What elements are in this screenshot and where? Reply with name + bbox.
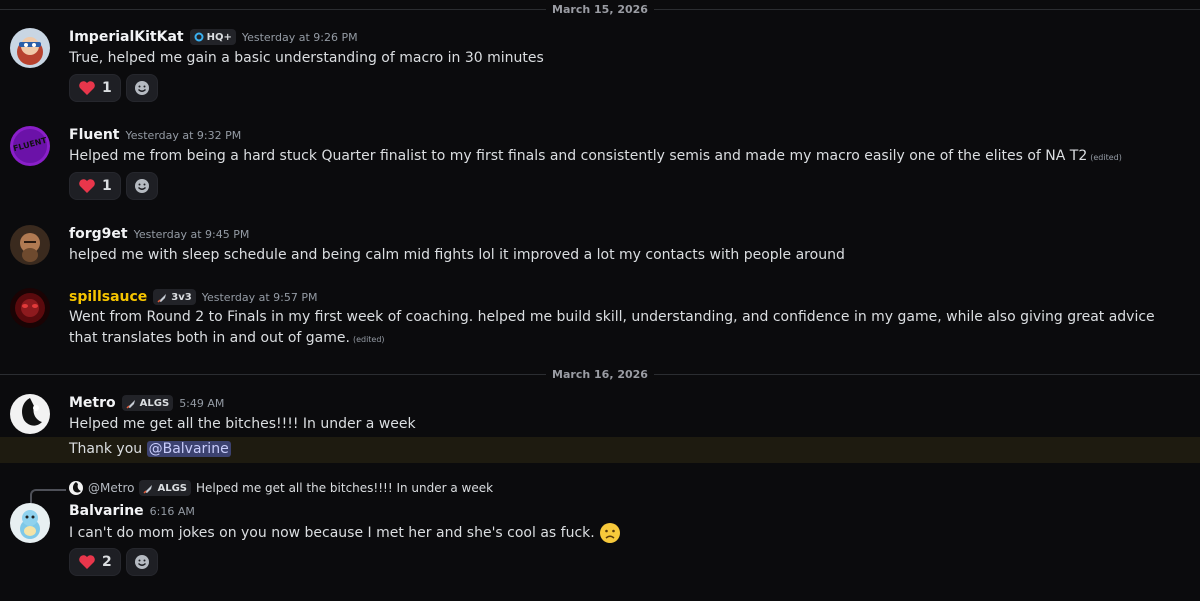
author-name[interactable]: forg9et: [69, 226, 128, 242]
followup-text: Thank you: [69, 441, 147, 457]
date-divider-2: March 16, 2026: [0, 365, 1200, 383]
slightly-frowning-face-icon: [599, 523, 620, 543]
heart-icon: [79, 555, 95, 569]
reply-author[interactable]: @Metro: [88, 481, 134, 495]
rocket-icon: [143, 484, 153, 494]
timestamp[interactable]: Yesterday at 9:26 PM: [242, 31, 358, 44]
author-name[interactable]: Metro: [69, 395, 116, 411]
add-reaction-icon: [134, 179, 149, 193]
message-text: Helped me from being a hard stuck Quarte…: [69, 146, 1180, 168]
message-text-body: Helped me from being a hard stuck Quarte…: [69, 148, 1088, 164]
message-text: Helped me get all the bitches!!!! In und…: [69, 416, 416, 432]
add-reaction-button[interactable]: [125, 172, 158, 200]
reaction-count: 1: [102, 178, 112, 194]
reply-preview[interactable]: @Metro ALGS Helped me get all the bitche…: [69, 480, 493, 496]
role-tag[interactable]: ALGS: [121, 395, 174, 411]
date-divider-label: March 16, 2026: [546, 367, 654, 381]
message-text: helped me with sleep schedule and being …: [69, 247, 845, 263]
role-tag[interactable]: HQ+: [189, 29, 236, 45]
role-tag-label: 3v3: [171, 291, 192, 303]
heart-icon: [79, 179, 95, 193]
reply-role-tag: ALGS: [139, 480, 191, 496]
hq-badge-icon: [194, 32, 204, 42]
edited-label: (edited): [352, 335, 385, 344]
add-reaction-button[interactable]: [125, 74, 158, 102]
author-name[interactable]: spillsauce: [69, 289, 147, 305]
rocket-icon: [126, 399, 135, 409]
reaction-heart[interactable]: 1: [69, 74, 121, 102]
edited-label: (edited): [1090, 153, 1122, 162]
avatar[interactable]: FLUENT: [10, 126, 50, 166]
reaction-count: 2: [102, 554, 112, 570]
avatar[interactable]: [10, 225, 50, 265]
reaction-count: 1: [102, 80, 112, 96]
message-text-body: Went from Round 2 to Finals in my first …: [69, 309, 1155, 346]
role-tag-label: ALGS: [139, 397, 170, 409]
role-tag-label: HQ+: [206, 31, 232, 43]
author-name[interactable]: Balvarine: [69, 503, 144, 519]
message-text: True, helped me gain a basic understandi…: [69, 50, 544, 66]
reaction-heart[interactable]: 1: [69, 172, 121, 200]
message-text: I can't do mom jokes on you now because …: [69, 522, 1180, 544]
role-tag-label: ALGS: [157, 482, 187, 494]
reaction-heart[interactable]: 2: [69, 548, 121, 576]
timestamp[interactable]: 5:49 AM: [179, 397, 224, 410]
message-text-body: I can't do mom jokes on you now because …: [69, 524, 595, 541]
author-name[interactable]: ImperialKitKat: [69, 29, 184, 45]
avatar[interactable]: [10, 28, 50, 68]
timestamp[interactable]: Yesterday at 9:32 PM: [125, 129, 241, 142]
add-reaction-icon: [134, 81, 149, 95]
avatar[interactable]: [10, 288, 50, 328]
timestamp[interactable]: 6:16 AM: [150, 505, 195, 518]
heart-icon: [79, 81, 95, 95]
timestamp[interactable]: Yesterday at 9:57 PM: [202, 291, 318, 304]
reply-text: Helped me get all the bitches!!!! In und…: [195, 481, 494, 495]
avatar[interactable]: [10, 394, 50, 434]
avatar[interactable]: [10, 503, 50, 543]
add-reaction-button[interactable]: [125, 548, 158, 576]
add-reaction-icon: [134, 555, 149, 569]
date-divider-label: March 15, 2026: [546, 2, 654, 16]
date-divider-1: March 15, 2026: [0, 0, 1200, 18]
author-name[interactable]: Fluent: [69, 127, 119, 143]
message-text-followup: Thank you @Balvarine: [69, 439, 1180, 460]
role-tag[interactable]: 3v3: [153, 289, 196, 305]
rocket-icon: [157, 293, 167, 303]
timestamp[interactable]: Yesterday at 9:45 PM: [134, 228, 250, 241]
user-mention[interactable]: @Balvarine: [146, 441, 231, 457]
reply-connector: [30, 489, 66, 503]
message-text: Went from Round 2 to Finals in my first …: [69, 307, 1180, 350]
reply-avatar-icon: [69, 481, 83, 495]
